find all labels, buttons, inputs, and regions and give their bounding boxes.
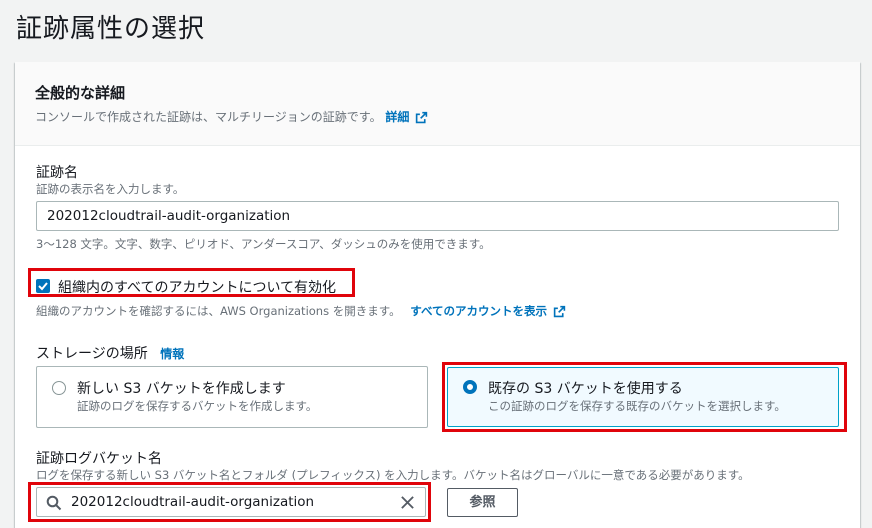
bucket-search-value: 202012cloudtrail-audit-organization [71, 494, 315, 510]
view-all-accounts-link[interactable]: すべてのアカウントを表示 [410, 304, 566, 318]
create-new-bucket-title: 新しい S3 バケットを作成します [77, 381, 286, 397]
panel-header: 全般的な詳細 コンソールで作成された証跡は、マルチリージョンの証跡です。 詳細 [15, 62, 860, 146]
create-new-bucket-description: 証跡のログを保存するバケットを作成します。 [77, 399, 318, 413]
storage-location-label: ストレージの場所 情報 [36, 346, 185, 362]
trail-name-label: 証跡名 [36, 165, 78, 181]
trail-name-description: 証跡の表示名を入力します。 [36, 182, 185, 196]
external-link-icon [553, 305, 566, 318]
enable-organization-label[interactable]: 組織内のすべてのアカウントについて有効化 [58, 277, 336, 297]
use-existing-bucket-description: この証跡のログを保存する既存のバケットを選択します。 [488, 399, 786, 413]
panel-description-text: コンソールで作成された証跡は、マルチリージョンの証跡です。 [35, 110, 382, 124]
panel-description: コンソールで作成された証跡は、マルチリージョンの証跡です。 詳細 [35, 108, 428, 125]
bucket-name-description: ログを保存する新しい S3 バケット名とフォルダ (プレフィックス) を入力しま… [36, 468, 750, 482]
enable-organization-checkbox[interactable] [36, 279, 50, 293]
use-existing-bucket-option[interactable]: 既存の S3 バケットを使用する この証跡のログを保存する既存のバケットを選択し… [447, 367, 839, 427]
check-icon [38, 282, 48, 291]
external-link-icon [416, 111, 428, 124]
search-icon [46, 495, 62, 511]
clear-icon[interactable] [400, 495, 415, 510]
create-new-bucket-radio[interactable] [52, 381, 66, 395]
organization-description-text: 組織のアカウントを確認するには、AWS Organizations を開きます。 [36, 304, 401, 318]
storage-info-link[interactable]: 情報 [160, 347, 184, 361]
create-new-bucket-option[interactable]: 新しい S3 バケットを作成します 証跡のログを保存するバケットを作成します。 [36, 366, 428, 428]
details-link[interactable]: 詳細 [385, 110, 428, 124]
trail-name-input[interactable]: 202012cloudtrail-audit-organization [36, 201, 839, 231]
bucket-name-label: 証跡ログバケット名 [36, 451, 162, 467]
browse-button[interactable]: 参照 [447, 488, 518, 517]
panel-title: 全般的な詳細 [35, 84, 126, 102]
page-title: 証跡属性の選択 [16, 14, 206, 44]
use-existing-bucket-title: 既存の S3 バケットを使用する [488, 381, 683, 397]
trail-name-value: 202012cloudtrail-audit-organization [47, 208, 291, 224]
bucket-search-input[interactable]: 202012cloudtrail-audit-organization [36, 487, 426, 517]
trail-name-constraint: 3～128 文字。文字、数字、ピリオド、アンダースコア、ダッシュのみを使用できま… [36, 237, 491, 251]
use-existing-bucket-radio[interactable] [463, 380, 477, 394]
organization-description: 組織のアカウントを確認するには、AWS Organizations を開きます。… [36, 303, 566, 319]
